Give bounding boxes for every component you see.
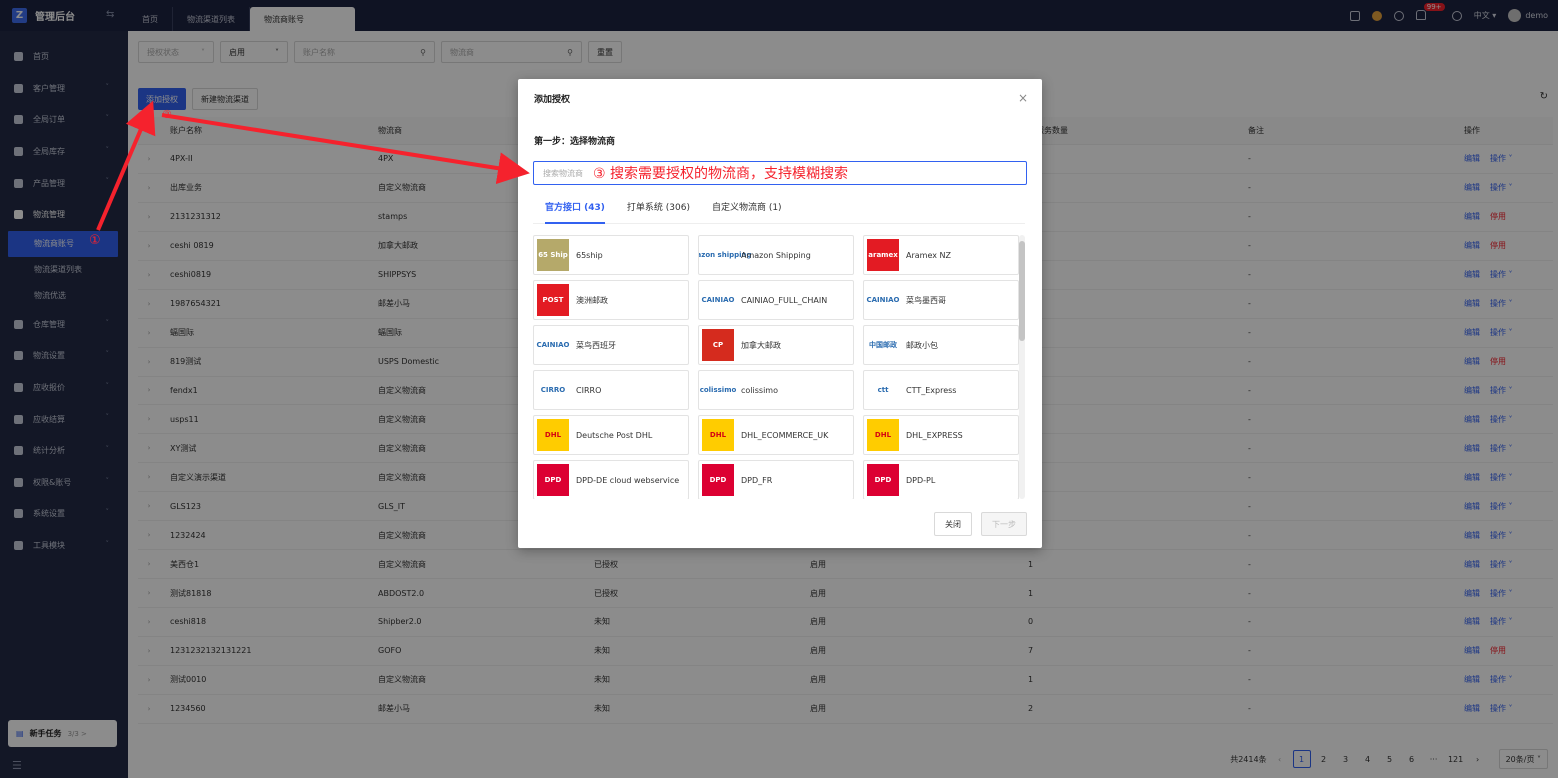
annotation-one: ① xyxy=(89,233,101,248)
arrow-to-search xyxy=(161,113,530,185)
arrow-to-add-button xyxy=(96,100,156,231)
annotation-arrows xyxy=(96,100,530,231)
annotation-two: ② xyxy=(162,108,172,121)
